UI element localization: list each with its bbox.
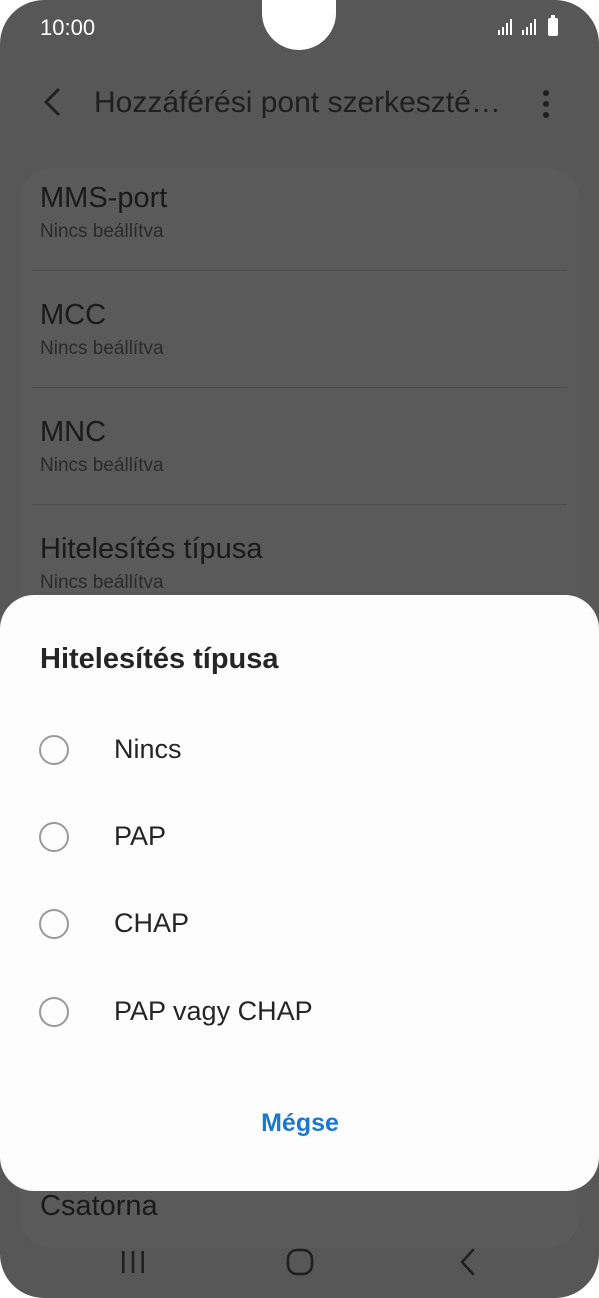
page-title: Hozzáférési pont szerkeszté… (94, 86, 501, 119)
radio-button[interactable] (39, 735, 69, 765)
setting-title: Hitelesítés típusa (40, 533, 263, 565)
cancel-button[interactable]: Mégse (200, 1109, 400, 1153)
setting-value: Nincs beállítva (40, 455, 164, 476)
recent-apps-icon[interactable] (113, 1242, 153, 1282)
setting-title: MMS-port (40, 182, 168, 214)
option-chap[interactable]: CHAP (0, 891, 599, 963)
option-label: CHAP (114, 908, 190, 938)
option-label: Nincs (114, 734, 182, 764)
setting-mms-port[interactable]: MMS-port Nincs beállítva (40, 182, 560, 243)
signal-icon (498, 19, 512, 35)
option-nincs[interactable]: Nincs (0, 717, 599, 789)
camera-notch (262, 0, 336, 50)
back-nav-icon[interactable] (448, 1242, 488, 1282)
option-label: PAP (114, 821, 167, 851)
setting-mnc[interactable]: MNC Nincs beállítva (40, 416, 560, 477)
phone-screen: 10:00 Hozzáférési pont szerkeszté… MMS-p… (0, 0, 599, 1298)
option-pap[interactable]: PAP (0, 804, 599, 876)
divider (32, 270, 567, 271)
divider (32, 387, 567, 388)
status-time: 10:00 (40, 15, 96, 40)
setting-value: Nincs beállítva (40, 338, 164, 359)
signal-icon-2 (522, 19, 536, 35)
radio-button[interactable] (39, 997, 69, 1027)
battery-icon (548, 15, 558, 36)
back-arrow-icon[interactable] (36, 82, 72, 122)
setting-title: MCC (40, 299, 107, 331)
setting-auth-type[interactable]: Hitelesítés típusa Nincs beállítva (40, 533, 560, 594)
radio-button[interactable] (39, 909, 69, 939)
divider (32, 504, 567, 505)
navigation-bar (0, 1228, 599, 1292)
status-bar: 10:00 (0, 0, 599, 56)
option-label: PAP vagy CHAP (114, 996, 313, 1026)
option-pap-or-chap[interactable]: PAP vagy CHAP (0, 979, 599, 1051)
home-icon[interactable] (280, 1242, 320, 1282)
app-header: Hozzáférési pont szerkeszté… (0, 60, 599, 144)
setting-mcc[interactable]: MCC Nincs beállítva (40, 299, 560, 360)
dialog-title: Hitelesítés típusa (40, 643, 279, 675)
radio-button[interactable] (39, 822, 69, 852)
setting-value: Nincs beállítva (40, 572, 164, 593)
setting-title: MNC (40, 416, 107, 448)
setting-value: Nincs beállítva (40, 221, 164, 242)
setting-channel-title: Csatorna (40, 1190, 158, 1222)
auth-type-dialog: Hitelesítés típusa Nincs PAP CHAP PAP va… (0, 595, 599, 1191)
more-options-icon[interactable] (528, 84, 564, 124)
